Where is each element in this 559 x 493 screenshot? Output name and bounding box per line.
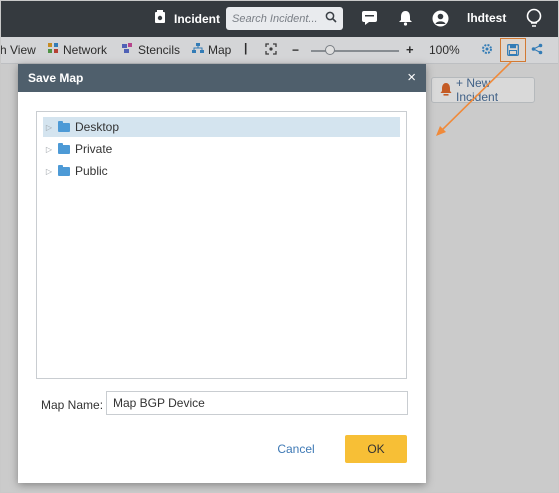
search-placeholder: Search Incident... [232, 12, 318, 25]
folder-tree: ▷ Desktop ▷ Private ▷ Public [36, 111, 407, 379]
save-map-dialog: Save Map × ▷ Desktop ▷ Private ▷ Public … [18, 64, 426, 483]
close-icon[interactable]: × [407, 69, 416, 86]
username[interactable]: lhdtest [467, 11, 506, 25]
expand-arrow-icon[interactable]: ▷ [43, 167, 55, 176]
search-input[interactable]: Search Incident... [226, 7, 343, 30]
incident-label: Incident [174, 11, 221, 26]
ok-button[interactable]: OK [345, 435, 407, 463]
dialog-title: Save Map [28, 71, 84, 85]
top-header: Incident Search Incident... lhdtest [0, 0, 559, 37]
bell-icon[interactable] [395, 8, 415, 28]
folder-icon [58, 142, 70, 154]
tree-item-desktop[interactable]: ▷ Desktop [43, 117, 400, 137]
tree-item-label: Desktop [75, 120, 120, 134]
search-icon[interactable] [325, 11, 337, 26]
dialog-header: Save Map × [18, 64, 426, 92]
tree-item-public[interactable]: ▷ Public [43, 161, 400, 181]
folder-icon [58, 120, 70, 132]
tree-item-private[interactable]: ▷ Private [43, 139, 400, 159]
map-name-input[interactable] [106, 391, 408, 415]
expand-arrow-icon[interactable]: ▷ [43, 145, 55, 154]
map-name-label: Map Name: [41, 398, 104, 412]
tree-item-label: Private [75, 142, 113, 156]
cancel-button[interactable]: Cancel [266, 437, 326, 461]
expand-arrow-icon[interactable]: ▷ [43, 123, 55, 132]
incident-menu[interactable]: Incident [152, 9, 220, 28]
incident-icon [152, 9, 168, 28]
tree-item-label: Public [75, 164, 108, 178]
chat-icon[interactable] [359, 8, 379, 28]
user-avatar-icon[interactable] [430, 8, 450, 28]
help-bulb-icon[interactable] [524, 8, 544, 28]
folder-icon [58, 164, 70, 176]
